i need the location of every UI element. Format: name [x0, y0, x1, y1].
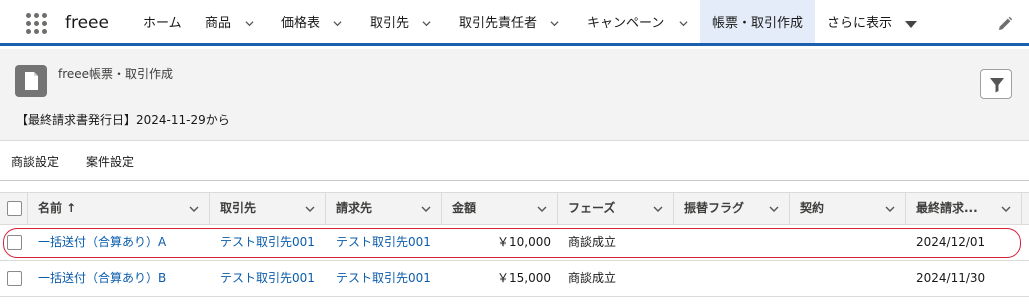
- column-label: 請求先: [336, 201, 373, 215]
- chevron-down-icon[interactable]: [885, 204, 895, 214]
- nav-item-more[interactable]: さらに表示: [815, 0, 925, 43]
- chevron-down-icon[interactable]: [1001, 204, 1011, 214]
- column-header-name[interactable]: 名前 ↑: [28, 193, 210, 224]
- chevron-down-icon[interactable]: [653, 204, 663, 214]
- filter-description: 【最終請求書発行日】2024-11-29から: [16, 113, 230, 127]
- chevron-down-icon[interactable]: [305, 204, 315, 214]
- filter-button[interactable]: [980, 69, 1012, 99]
- nav-item-label: 取引先責任者: [459, 16, 538, 31]
- nav-item-freee-documents[interactable]: 帳票・取引作成: [700, 0, 815, 43]
- chevron-down-icon[interactable]: [537, 204, 547, 214]
- nav-item-label: キャンペーン: [587, 16, 665, 31]
- nav-item-label: 取引先: [370, 16, 410, 31]
- column-label: 金額: [452, 201, 477, 215]
- billing-link[interactable]: テスト取引先001: [336, 261, 431, 296]
- last-billing-value: 2024/11/30: [916, 271, 986, 285]
- select-all-cell: [0, 193, 28, 224]
- edit-pencil-icon[interactable]: [996, 15, 1014, 33]
- column-header-amount[interactable]: 金額: [442, 193, 558, 224]
- nav-item-home[interactable]: ホーム: [131, 0, 193, 43]
- nav-item-products[interactable]: 商品: [193, 0, 265, 43]
- table-row: 一括送付（合算あり）B テスト取引先001 テスト取引先001 ￥15,000 …: [0, 261, 1029, 297]
- chevron-down-icon[interactable]: [422, 19, 431, 28]
- filter-icon: [990, 78, 1004, 93]
- nav-item-label: さらに表示: [827, 16, 893, 31]
- chevron-down-icon[interactable]: [769, 204, 779, 214]
- column-header-billing[interactable]: 請求先: [326, 193, 442, 224]
- app-launcher-icon[interactable]: [26, 13, 48, 35]
- column-label: 最終請求...: [916, 201, 978, 215]
- page-title: freee帳票・取引作成: [58, 67, 174, 81]
- chevron-down-icon[interactable]: [189, 204, 199, 214]
- document-icon: [15, 65, 47, 97]
- nav-item-label: 帳票・取引作成: [712, 16, 804, 31]
- row-checkbox[interactable]: [7, 271, 22, 286]
- column-label: フェーズ: [568, 201, 616, 215]
- list-header: freee帳票・取引作成 【最終請求書発行日】2024-11-29から: [0, 49, 1029, 141]
- billing-link[interactable]: テスト取引先001: [336, 225, 431, 260]
- record-name-link[interactable]: 一括送付（合算あり）B: [38, 261, 166, 296]
- column-header-account[interactable]: 取引先: [210, 193, 326, 224]
- column-header-transfer-flag[interactable]: 振替フラグ: [674, 193, 790, 224]
- top-nav: freee ホーム 商品 価格表 取引先 取引先責任者 キャンペーン 帳票・取引…: [0, 0, 1029, 46]
- table-header: 名前 ↑ 取引先 請求先 金額 フェーズ 振替フラグ 契約 最終請求...: [0, 192, 1029, 225]
- column-label: 名前 ↑: [38, 201, 77, 215]
- nav-item-pricebooks[interactable]: 価格表: [269, 0, 355, 43]
- tab-opportunity-settings[interactable]: 商談設定: [11, 153, 59, 170]
- nav-item-contacts[interactable]: 取引先責任者: [447, 0, 573, 43]
- row-checkbox[interactable]: [7, 235, 22, 250]
- amount-value: ￥15,000: [497, 271, 551, 285]
- chevron-down-icon[interactable]: [421, 204, 431, 214]
- amount-value: ￥10,000: [497, 235, 551, 249]
- column-label: 振替フラグ: [684, 201, 745, 215]
- account-link[interactable]: テスト取引先001: [220, 261, 315, 296]
- nav-item-label: 商品: [205, 16, 232, 31]
- account-link[interactable]: テスト取引先001: [220, 225, 315, 260]
- chevron-down-icon[interactable]: [679, 19, 688, 28]
- nav-item-label: 価格表: [281, 16, 321, 31]
- nav-item-campaigns[interactable]: キャンペーン: [575, 0, 699, 43]
- record-name-link[interactable]: 一括送付（合算あり）A: [38, 225, 166, 260]
- nav-item-label: ホーム: [143, 16, 182, 31]
- phase-value: 商談成立: [568, 235, 617, 249]
- tab-project-settings[interactable]: 案件設定: [86, 153, 134, 170]
- column-header-last-billing[interactable]: 最終請求...: [906, 193, 1022, 224]
- chevron-down-icon[interactable]: [550, 19, 559, 28]
- app-name: freee: [65, 13, 109, 33]
- column-header-phase[interactable]: フェーズ: [558, 193, 674, 224]
- column-header-contract[interactable]: 契約: [790, 193, 906, 224]
- phase-value: 商談成立: [568, 271, 617, 285]
- chevron-down-icon[interactable]: [333, 19, 342, 28]
- tab-bar: 商談設定 案件設定: [0, 141, 1029, 181]
- nav-item-accounts[interactable]: 取引先: [358, 0, 444, 43]
- table-row: 一括送付（合算あり）A テスト取引先001 テスト取引先001 ￥10,000 …: [0, 225, 1029, 261]
- chevron-down-icon[interactable]: [245, 19, 254, 28]
- column-label: 契約: [800, 201, 825, 215]
- caret-down-icon[interactable]: [905, 21, 917, 28]
- select-all-checkbox[interactable]: [7, 201, 22, 216]
- column-label: 取引先: [220, 201, 257, 215]
- last-billing-value: 2024/12/01: [916, 235, 986, 249]
